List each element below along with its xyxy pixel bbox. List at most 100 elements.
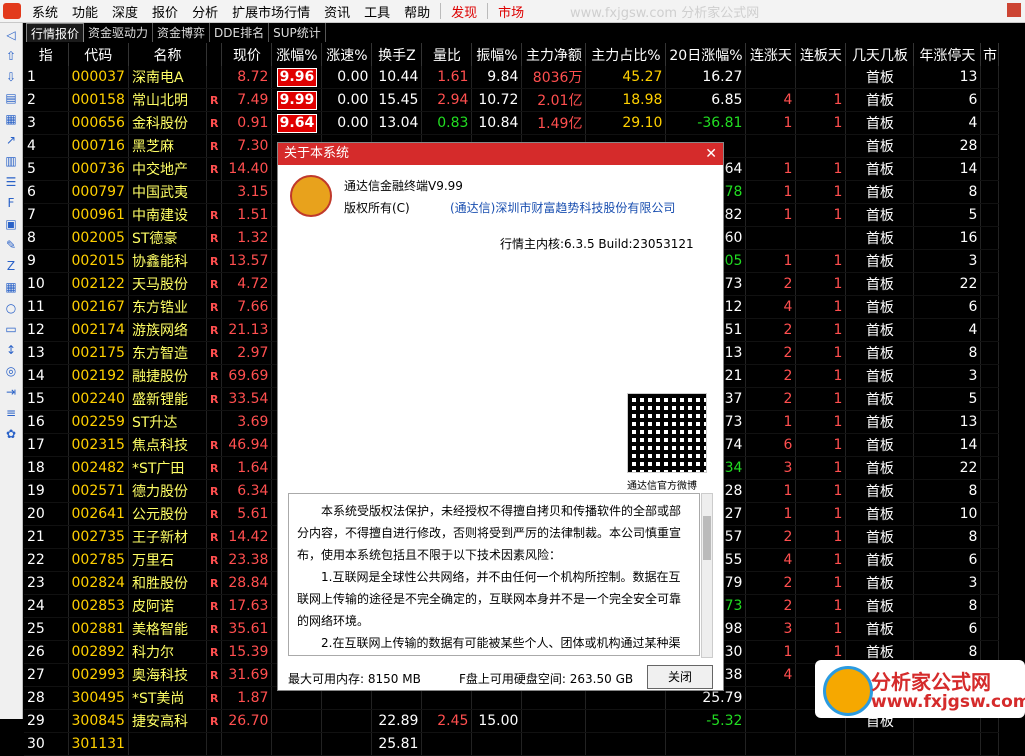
column-header[interactable]: 振幅% xyxy=(471,43,523,66)
trend-icon[interactable]: ↗ xyxy=(4,133,18,147)
menu-discover[interactable]: 发现 xyxy=(444,2,484,21)
column-header[interactable]: 涨幅% xyxy=(271,43,323,66)
table-cell: -36.81 xyxy=(665,111,747,135)
column-header[interactable]: 几天几板 xyxy=(845,43,915,66)
menu-quote[interactable]: 报价 xyxy=(145,2,185,21)
table-cell: 14.40 xyxy=(221,157,273,181)
table-row[interactable]: 2 000158 常山北明 R 7.49 9.99 0.00 15.45 2.94 10.72 2.… xyxy=(24,88,1000,112)
target-icon[interactable]: ◎ xyxy=(4,364,18,378)
fiz-icon[interactable]: Z xyxy=(4,259,18,273)
table-cell xyxy=(321,709,373,733)
chart-icon[interactable]: ▤ xyxy=(4,91,18,105)
table-cell: 8036万 xyxy=(521,66,587,89)
table-cell: 24 xyxy=(24,594,69,618)
menu-depth[interactable]: 深度 xyxy=(105,2,145,21)
table-cell: 2.97 xyxy=(221,341,273,365)
license-scrollbar[interactable] xyxy=(701,493,713,658)
table-cell: R xyxy=(206,663,223,687)
menu-function[interactable]: 功能 xyxy=(65,2,105,21)
table-cell xyxy=(421,732,473,756)
column-header[interactable]: 年涨停天 xyxy=(913,43,982,66)
report-icon[interactable]: ▣ xyxy=(4,217,18,231)
circle-icon[interactable]: ○ xyxy=(4,301,18,315)
down-icon[interactable]: ⇩ xyxy=(4,70,18,84)
menu-market[interactable]: 市场 xyxy=(491,2,531,21)
layers-icon[interactable]: ≡ xyxy=(4,406,18,420)
tab-sup-stats[interactable]: SUP统计 xyxy=(269,23,326,42)
table-row[interactable]: 3 000656 金科股份 R 0.91 9.64 0.00 13.04 0.83 10.84 1.… xyxy=(24,111,1000,135)
column-header[interactable]: 涨速% xyxy=(321,43,373,66)
table-cell: 1 xyxy=(745,479,797,503)
menu-tools[interactable]: 工具 xyxy=(357,2,397,21)
table-cell: 8.72 xyxy=(221,66,273,89)
table-cell: 13.04 xyxy=(371,111,423,135)
menu-extended-market[interactable]: 扩展市场行情 xyxy=(225,2,317,21)
column-header[interactable]: 指 xyxy=(24,43,69,66)
settings-icon[interactable]: ✿ xyxy=(4,427,18,441)
grid-icon[interactable]: ▦ xyxy=(4,112,18,126)
table-row[interactable]: 30 301131 25.81 xyxy=(24,732,1000,756)
table-cell: 1 xyxy=(745,157,797,181)
list-icon[interactable]: ☰ xyxy=(4,175,18,189)
column-header[interactable]: 市 xyxy=(980,43,1000,66)
table-cell: 002240 xyxy=(68,387,129,411)
table-cell: 1 xyxy=(795,594,847,618)
window-close-icon[interactable] xyxy=(1007,3,1021,17)
table-cell: 协鑫能科 xyxy=(128,249,207,273)
table-row[interactable]: 1 000037 深南电A 8.72 9.96 0.00 10.44 1.61 9.84 8036… xyxy=(24,66,1000,89)
tab-fund-game[interactable]: 资金博弈 xyxy=(153,23,211,42)
candle-icon[interactable]: ▥ xyxy=(4,154,18,168)
finance-icon[interactable]: F xyxy=(4,196,18,210)
up-icon[interactable]: ⇧ xyxy=(4,49,18,63)
table-cell: 美格智能 xyxy=(128,617,207,641)
column-header[interactable]: 换手Z xyxy=(371,43,423,66)
close-button[interactable]: 关闭 xyxy=(647,665,713,689)
disk-info: F盘上可用硬盘空间: 263.50 GB xyxy=(459,672,634,686)
column-header[interactable]: 连涨天 xyxy=(745,43,797,66)
table-cell: 28 xyxy=(24,686,69,710)
table-cell: 4 xyxy=(745,548,797,572)
table-cell: 5 xyxy=(913,387,982,411)
folder-icon[interactable]: ▭ xyxy=(4,322,18,336)
back-icon[interactable]: ◁ xyxy=(4,28,18,42)
menu-analysis[interactable]: 分析 xyxy=(185,2,225,21)
menu-help[interactable]: 帮助 xyxy=(397,2,437,21)
license-text[interactable]: 本系统受版权法保护，未经授权不得擅自拷贝和传播软件的全部或部分内容，不得擅自进行… xyxy=(288,493,700,656)
table-cell xyxy=(980,479,1000,503)
company-link[interactable]: (通达信)深圳市财富趋势科技股份有限公司 xyxy=(450,199,675,216)
column-header[interactable]: 代码 xyxy=(68,43,129,66)
table-cell xyxy=(980,226,1000,250)
table-cell xyxy=(980,295,1000,319)
column-header[interactable]: 名称 xyxy=(128,43,207,66)
column-header[interactable]: 连板天 xyxy=(795,43,847,66)
column-header[interactable]: 主力净额 xyxy=(521,43,587,66)
scrollbar-thumb[interactable] xyxy=(703,516,711,560)
sort-icon[interactable]: ↕ xyxy=(4,343,18,357)
column-header[interactable]: 主力占比% xyxy=(585,43,667,66)
table-cell: 2 xyxy=(745,571,797,595)
table-cell: 2 xyxy=(745,364,797,388)
note-icon[interactable]: ✎ xyxy=(4,238,18,252)
table-cell: 6.85 xyxy=(665,88,747,112)
table-icon[interactable]: ▦ xyxy=(4,280,18,294)
table-cell: 23.38 xyxy=(221,548,273,572)
table-cell xyxy=(980,502,1000,526)
menu-news[interactable]: 资讯 xyxy=(317,2,357,21)
table-cell: 1 xyxy=(745,502,797,526)
tab-quote[interactable]: 行情报价 xyxy=(26,23,85,42)
table-cell: 1 xyxy=(795,387,847,411)
column-header[interactable]: 20日涨幅% xyxy=(665,43,747,66)
column-header[interactable]: 现价 xyxy=(221,43,273,66)
table-cell xyxy=(321,732,373,756)
column-header[interactable] xyxy=(206,43,223,66)
tab-dde-rank[interactable]: DDE排名 xyxy=(210,23,270,42)
tab-fund-drive[interactable]: 资金驱动力 xyxy=(84,23,154,42)
column-header[interactable]: 量比 xyxy=(421,43,473,66)
import-icon[interactable]: ⇥ xyxy=(4,385,18,399)
menu-system[interactable]: 系统 xyxy=(25,2,65,21)
table-cell: 26.70 xyxy=(221,709,273,733)
table-cell: 21.13 xyxy=(221,318,273,342)
table-cell: 3 xyxy=(913,364,982,388)
dialog-close-icon[interactable]: ✕ xyxy=(705,143,717,165)
table-cell: 1 xyxy=(795,295,847,319)
